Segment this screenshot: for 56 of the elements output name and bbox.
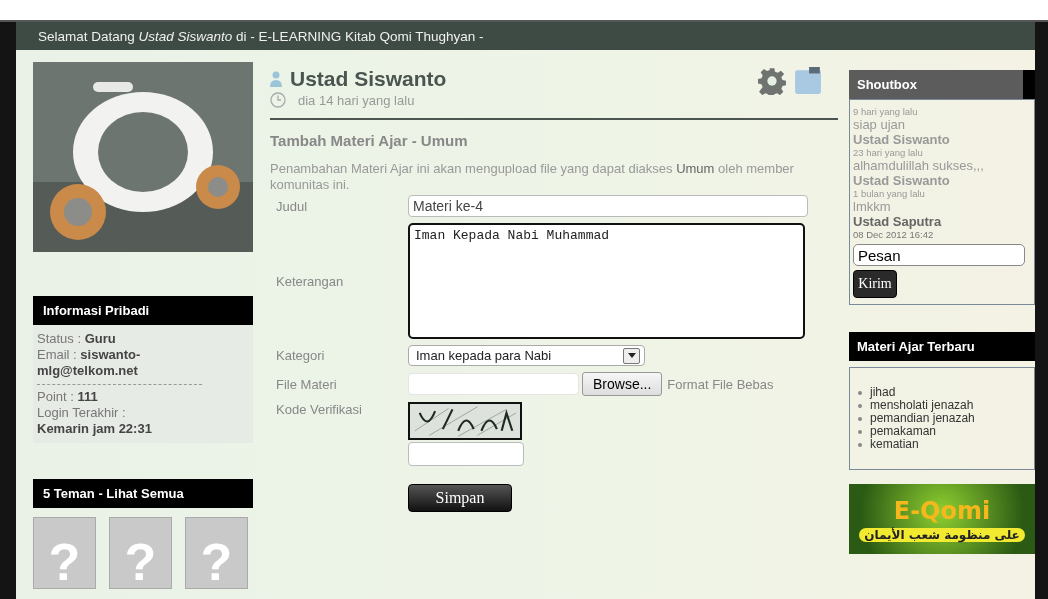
info-line: Kemarin jam 22:31: [37, 421, 153, 437]
material-link[interactable]: pemakaman: [870, 425, 937, 438]
welcome-title: Selamat Datang Ustad Siswanto di - E-LEARNING Kitab Qomi Thughyan -: [38, 28, 484, 44]
section-title[interactable]: 5 Teman - Lihat Semua: [33, 479, 253, 508]
profile-time: dia 14 hari yang lalu: [298, 92, 415, 108]
shout-message: lmkkm: [853, 199, 892, 214]
settings-icon[interactable]: [758, 67, 786, 95]
shout-message: alhamdulillah sukses,,,: [853, 158, 985, 173]
material-link[interactable]: mensholati jenazah: [870, 399, 974, 412]
field-label: Judul: [275, 198, 309, 214]
shout-author: Ustad Saputra: [853, 214, 943, 229]
field-label: File Materi: [275, 376, 338, 392]
info-line: Login Terakhir :: [37, 405, 127, 421]
profile-name: Ustad Siswanto: [290, 67, 447, 91]
shout-time: 9 hari yang lalu: [853, 106, 919, 117]
info-line: Status : Guru: [37, 331, 117, 347]
info-line: Point : 111: [37, 389, 99, 405]
shout-time: 23 hari yang lalu: [853, 147, 924, 158]
section-title: Shoutbox: [849, 70, 1035, 99]
verification-field[interactable]: [408, 442, 524, 466]
field-label: Kategori: [275, 348, 326, 363]
caret-icon: [627, 353, 636, 358]
shout-time: 1 bulan yang lalu: [853, 188, 926, 199]
section-title: Materi Ajar Terbaru: [849, 332, 1035, 361]
shout-time: 08 Dec 2012 16:42: [853, 229, 935, 240]
banner-logo: E-Qomi: [893, 496, 991, 525]
clock-icon: [270, 92, 286, 108]
banner-tagline: على منظومة شعب الأيمان: [859, 527, 1025, 542]
bullet-icon: [858, 390, 862, 395]
shout-author: Ustad Siswanto: [853, 132, 951, 147]
category-dropdown[interactable]: Iman kepada para Nabi: [408, 345, 645, 366]
material-link[interactable]: pemandian jenazah: [870, 412, 975, 425]
form-description: Penambahan Materi Ajar ini akan mengupload file yang dapat diakses Umum oleh member komunitas ini.: [270, 161, 795, 193]
field-label: Keterangan: [275, 273, 345, 289]
bullet-icon: [858, 429, 862, 434]
info-line: Email : siswanto-mlg@telkom.net: [37, 347, 142, 379]
file-path-field[interactable]: [408, 373, 579, 395]
shout-author: Ustad Siswanto: [853, 173, 951, 188]
user-icon: [270, 71, 282, 87]
description-field[interactable]: Iman Kepada Nabi Muhammad: [408, 223, 805, 339]
message-field[interactable]: Pesan: [853, 244, 1025, 266]
send-button[interactable]: Kirim: [853, 270, 897, 298]
bullet-icon: [858, 403, 862, 408]
bullet-icon: [858, 442, 862, 447]
shout-message: siap ujan: [853, 117, 907, 132]
material-link[interactable]: jihad: [870, 386, 896, 399]
section-title: Informasi Pribadi: [33, 296, 253, 325]
log-icon[interactable]: [794, 67, 822, 95]
bullet-icon: [858, 416, 862, 421]
form-title: Tambah Materi Ajar - Umum: [270, 132, 469, 149]
format-note: Format File Bebas: [667, 376, 774, 392]
browse-button[interactable]: Browse...: [582, 372, 663, 396]
save-button[interactable]: Simpan: [408, 484, 512, 512]
material-link[interactable]: kematian: [870, 438, 919, 451]
field-label: Kode Verifikasi: [275, 402, 363, 417]
title-field[interactable]: Materi ke-4: [408, 195, 808, 217]
